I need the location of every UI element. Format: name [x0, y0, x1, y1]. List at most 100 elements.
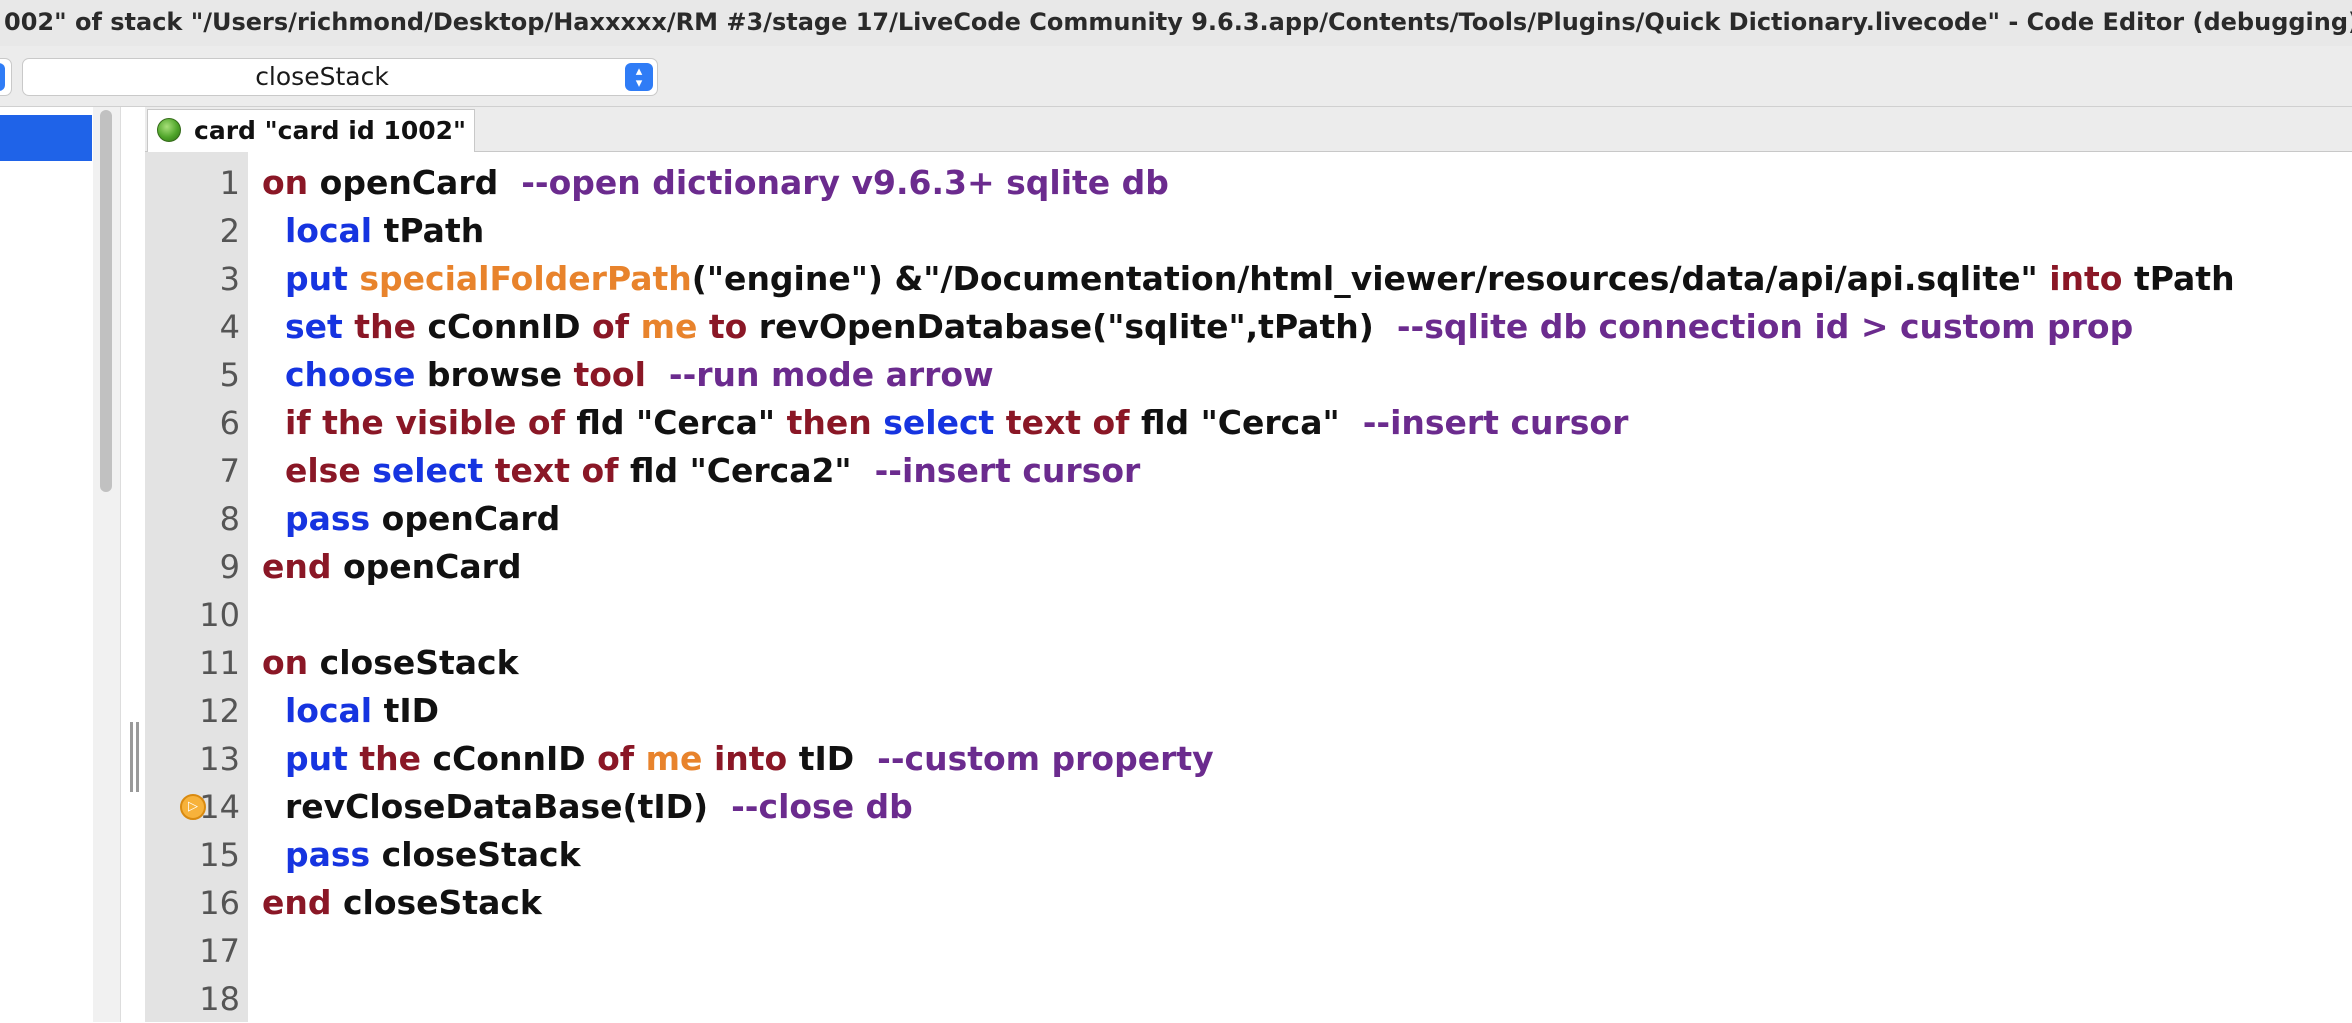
code-line[interactable]: if the visible of fld "Cerca" then selec… — [262, 399, 1628, 447]
line-number[interactable]: 2 — [145, 207, 240, 255]
line-number[interactable]: 16 — [145, 879, 240, 927]
green-dot-icon — [157, 118, 181, 142]
code-line[interactable]: revCloseDataBase(tID) --close db — [262, 783, 913, 831]
code-token-plain: closeStack — [308, 643, 519, 682]
tab-card[interactable]: card "card id 1002" — [147, 109, 475, 153]
code-token-plain: revOpenDatabase("sqlite",tPath) — [747, 307, 1397, 346]
line-number[interactable]: 7 — [145, 447, 240, 495]
code-token-cmd: put — [284, 739, 348, 778]
code-line[interactable]: end openCard — [262, 543, 522, 591]
code-token-plain: revCloseDataBase(tID) — [262, 787, 732, 826]
code-token-ctrl: of — [1092, 403, 1130, 442]
code-token-ctrl: the — [359, 739, 422, 778]
line-number[interactable]: 17 — [145, 927, 240, 975]
line-number[interactable]: 11 — [145, 639, 240, 687]
code-token-cmd: select — [372, 451, 484, 490]
line-number[interactable]: 3 — [145, 255, 240, 303]
code-token-ctrl: the — [354, 307, 416, 346]
code-token-plain: cConnID — [421, 739, 598, 778]
code-token-plain: browse — [415, 355, 574, 394]
code-line[interactable]: local tPath — [262, 207, 484, 255]
tab-bar: card "card id 1002" — [145, 107, 2352, 153]
code-token-ctrl: on — [262, 643, 309, 682]
code-line[interactable]: local tID — [262, 687, 439, 735]
code-token-plain: fld "Cerca" — [1129, 403, 1363, 442]
code-line[interactable]: end closeStack — [262, 879, 542, 927]
chevron-updown-icon: ▴▾ — [0, 63, 5, 91]
left-popup-button[interactable]: ▴▾ — [0, 58, 12, 96]
line-number[interactable]: 8 — [145, 495, 240, 543]
code-token-plain: tPath — [2122, 259, 2235, 298]
pane-splitter-handle[interactable] — [130, 722, 140, 792]
code-line[interactable]: pass closeStack — [262, 831, 581, 879]
code-token-cmd: choose — [284, 355, 416, 394]
code-token-cmt: --insert cursor — [874, 451, 1141, 490]
line-number[interactable]: 6 — [145, 399, 240, 447]
code-line[interactable]: on openCard --open dictionary v9.6.3+ sq… — [262, 159, 1169, 207]
line-number[interactable]: 18 — [145, 975, 240, 1023]
line-number[interactable]: 4 — [145, 303, 240, 351]
window-title: 002" of stack "/Users/richmond/Desktop/H… — [4, 8, 2352, 36]
code-token-prop: me — [645, 739, 703, 778]
code-token-ctrl: on — [262, 163, 309, 202]
code-line[interactable]: choose browse tool --run mode arrow — [262, 351, 994, 399]
code-token-plain: cConnID — [415, 307, 593, 346]
code-line[interactable]: pass openCard — [262, 495, 560, 543]
code-token-ctrl: end — [262, 547, 332, 586]
code-line[interactable]: put specialFolderPath("engine") &"/Docum… — [262, 255, 2235, 303]
code-line[interactable]: set the cConnID of me to revOpenDatabase… — [262, 303, 2133, 351]
handler-list-sidebar[interactable] — [0, 107, 94, 1022]
code-token-ctrl: into — [2049, 259, 2123, 298]
code-token-ctrl: into — [713, 739, 788, 778]
code-token-plain: tPath — [372, 211, 485, 250]
code-token-ctrl: the — [322, 403, 384, 442]
line-number[interactable]: 12 — [145, 687, 240, 735]
sidebar-selected-item[interactable] — [0, 115, 92, 161]
code-token-ctrl: text — [494, 451, 570, 490]
breakpoint-icon[interactable]: ▷ — [180, 794, 206, 820]
line-number[interactable]: 15 — [145, 831, 240, 879]
line-number[interactable]: 1 — [145, 159, 240, 207]
code-token-cmt: --close db — [731, 787, 913, 826]
line-number[interactable]: 5 — [145, 351, 240, 399]
line-number[interactable]: 13 — [145, 735, 240, 783]
code-line[interactable]: on closeStack — [262, 639, 519, 687]
line-number[interactable]: 9 — [145, 543, 240, 591]
code-token-ctrl: of — [592, 307, 630, 346]
scrollbar-thumb[interactable] — [100, 110, 112, 492]
code-token-cmd: local — [284, 691, 373, 730]
code-token-ctrl: end — [262, 883, 332, 922]
code-token-plain: fld "Cerca2" — [618, 451, 875, 490]
code-token-plain: fld "Cerca" — [564, 403, 787, 442]
handler-popup[interactable]: closeStack ▴ ▾ — [22, 58, 658, 96]
code-line[interactable]: put the cConnID of me into tID --custom … — [262, 735, 1214, 783]
sidebar-scrollbar[interactable] — [93, 107, 121, 1022]
code-token-ctrl: of — [527, 403, 565, 442]
window-title-bar: 002" of stack "/Users/richmond/Desktop/H… — [0, 0, 2352, 47]
handler-popup-label: closeStack — [255, 62, 389, 91]
code-token-cmt: --run mode arrow — [668, 355, 994, 394]
code-token-cmd: put — [284, 259, 348, 298]
code-token-prop: specialFolderPath — [359, 259, 692, 298]
code-token-plain: closeStack — [331, 883, 542, 922]
code-token-cmd: set — [284, 307, 343, 346]
line-number[interactable]: 10 — [145, 591, 240, 639]
code-line[interactable]: else select text of fld "Cerca2" --inser… — [262, 447, 1140, 495]
code-token-ctrl: if — [284, 403, 311, 442]
